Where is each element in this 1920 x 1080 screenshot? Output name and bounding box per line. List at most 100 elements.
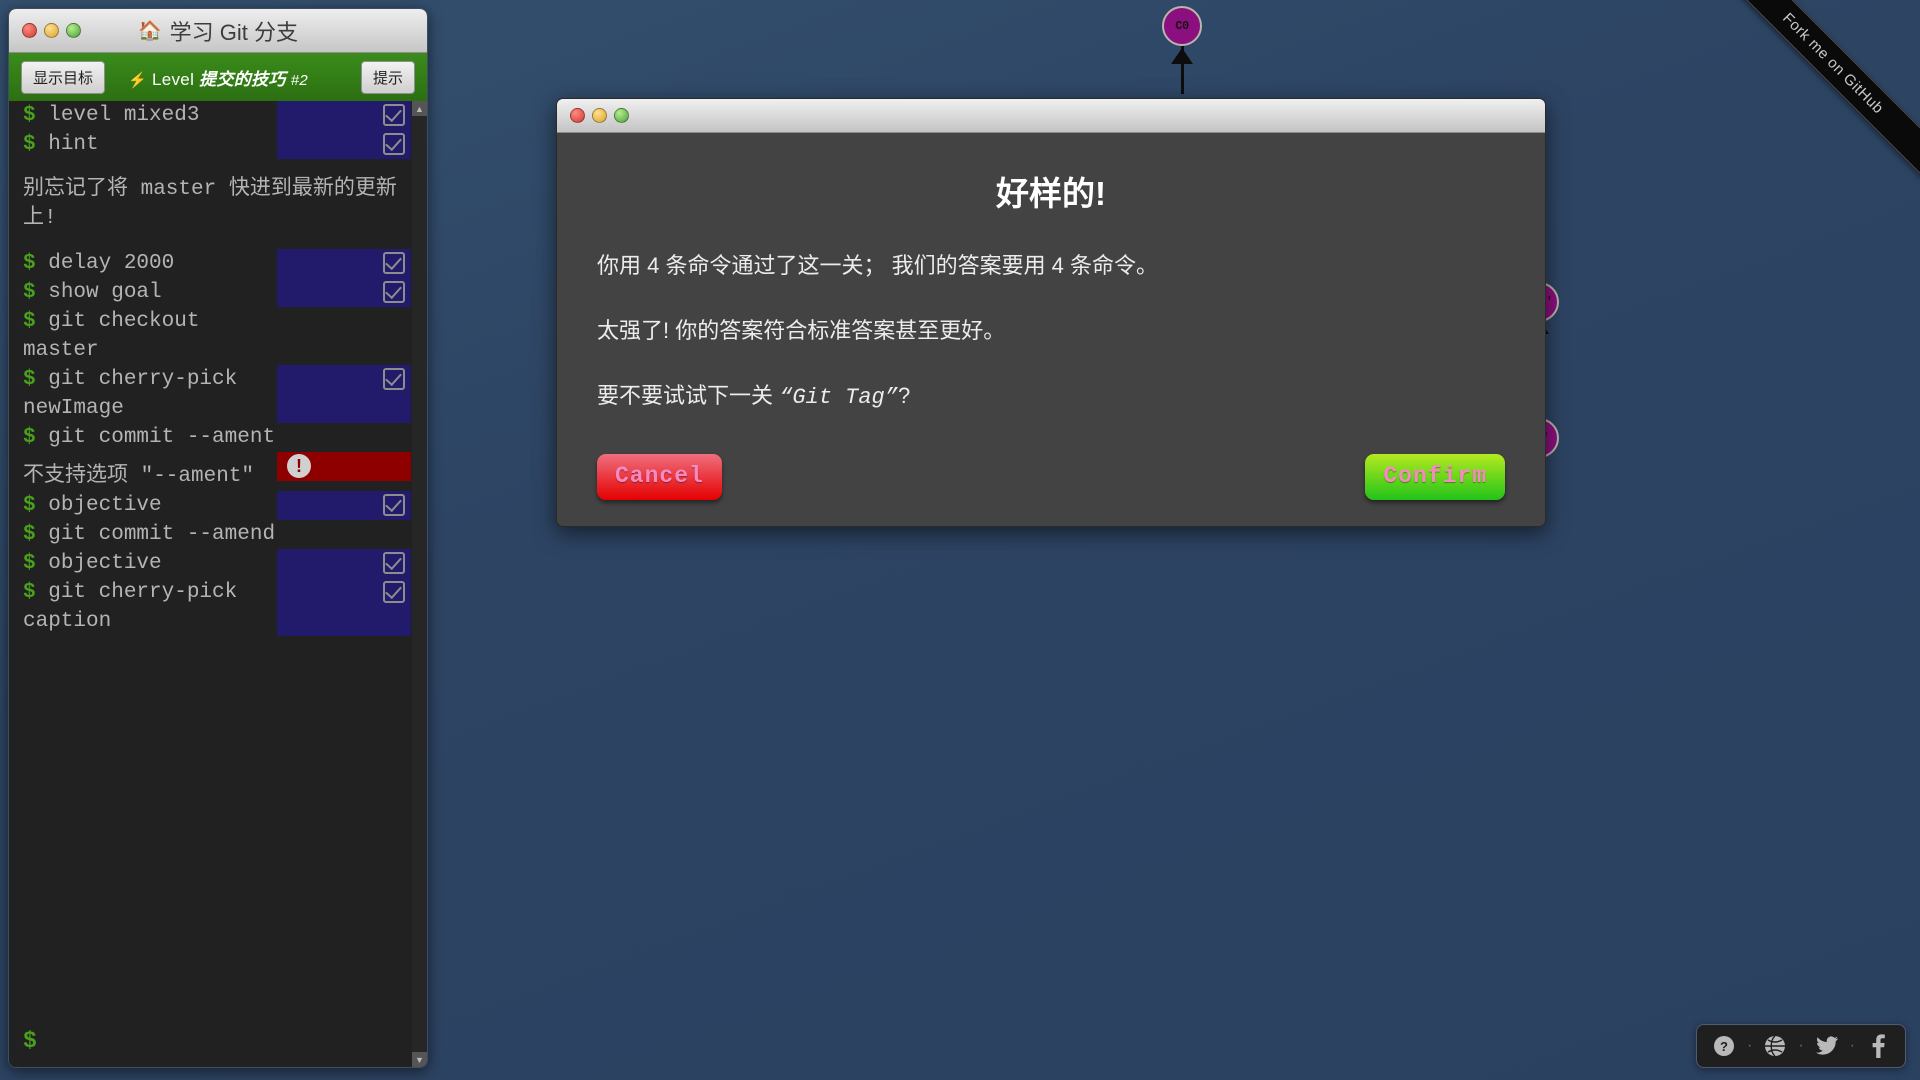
- status-ok-block: [277, 101, 411, 130]
- modal-title-bar: [557, 99, 1545, 133]
- status-ok-block: [277, 365, 411, 423]
- status-ok-block: [277, 249, 411, 278]
- status-ok-block: [277, 578, 411, 636]
- separator-dot: ·: [1849, 1037, 1855, 1054]
- terminal-command-text: $ git cherry-pick caption: [23, 581, 250, 633]
- modal-action-row: Cancel Confirm: [597, 454, 1505, 500]
- checkmark-icon: [383, 281, 405, 303]
- commit-node-c0[interactable]: C0: [1162, 6, 1202, 46]
- bolt-icon: ⚡: [127, 71, 147, 89]
- terminal-command-status: [277, 101, 411, 130]
- show-goal-button[interactable]: 显示目标: [21, 60, 106, 94]
- terminal-command-row: $ objective: [9, 549, 427, 578]
- terminal-command-row: $ delay 2000: [9, 249, 427, 278]
- help-icon[interactable]: ?: [1711, 1033, 1737, 1059]
- next-level-suffix: ?: [897, 383, 911, 408]
- checkmark-icon: [383, 252, 405, 274]
- terminal-prompt-symbol: $: [23, 426, 36, 449]
- terminal-command-status: [277, 578, 411, 636]
- terminal-error-text: 不支持选项 "--ament": [23, 465, 255, 488]
- terminal-prompt-symbol: $: [23, 310, 36, 333]
- separator-dot: ·: [1798, 1037, 1804, 1054]
- window-title-text: 学习 Git 分支: [169, 19, 298, 45]
- checkmark-icon: [383, 581, 405, 603]
- app-root: C0 C2'' C3' Fork me on GitHub 🏠 学习 Git 分…: [0, 0, 1920, 1080]
- globe-icon[interactable]: [1762, 1033, 1788, 1059]
- terminal-output-text: 别忘记了将 master 快进到最新的更新上!: [23, 178, 397, 230]
- terminal-command-text: $ git cherry-pick newImage: [23, 368, 250, 420]
- terminal-command-status: [277, 549, 411, 578]
- error-icon: !: [287, 454, 311, 478]
- terminal-scrollbar[interactable]: ▲ ▼: [412, 101, 427, 1067]
- checkmark-icon: [383, 104, 405, 126]
- modal-minimize-button[interactable]: [592, 108, 607, 123]
- terminal-command-row: $ git commit --ament: [9, 423, 427, 452]
- terminal-command-row: $ level mixed3: [9, 101, 427, 130]
- terminal-command-row: $ objective: [9, 491, 427, 520]
- terminal-prompt-symbol: $: [23, 552, 36, 575]
- terminal-prompt-symbol: $: [23, 281, 36, 304]
- next-level-name: “Git Tag”: [779, 385, 898, 410]
- level-toolbar: 显示目标 ⚡ Level 提交的技巧 #2 提示: [9, 53, 427, 101]
- terminal-command-status: [277, 307, 411, 365]
- terminal-command-text: $ objective: [23, 494, 162, 517]
- scroll-up-arrow[interactable]: ▲: [412, 101, 427, 116]
- next-level-prefix: 要不要试试下一关: [597, 383, 780, 408]
- checkmark-icon: [383, 133, 405, 155]
- modal-maximize-button[interactable]: [614, 108, 629, 123]
- terminal-command-status: [277, 278, 411, 307]
- status-ok-block: [277, 278, 411, 307]
- window-title-bar: 🏠 学习 Git 分支: [9, 9, 427, 53]
- scrollbar-track[interactable]: [412, 116, 427, 1052]
- terminal-prompt-symbol: $: [23, 494, 36, 517]
- terminal-command-text: $ level mixed3: [23, 104, 200, 127]
- terminal-command-status: [277, 491, 411, 520]
- scroll-down-arrow[interactable]: ▼: [412, 1052, 427, 1067]
- command-log: $ level mixed3 $ hint 别忘记了将 master 快进到最新的更…: [9, 101, 427, 636]
- terminal-prompt-symbol: $: [23, 523, 36, 546]
- hint-button[interactable]: 提示: [360, 60, 415, 94]
- terminal-command-text: $ objective: [23, 552, 162, 575]
- terminal-prompt-symbol: $: [23, 368, 36, 391]
- svg-text:?: ?: [1720, 1039, 1728, 1054]
- terminal-command-row: $ git cherry-pick caption: [9, 578, 427, 636]
- terminal-command-status: [277, 130, 411, 159]
- level-word: Level: [152, 69, 195, 89]
- terminal-command-status: [277, 249, 411, 278]
- command-log-scroll-area[interactable]: $ level mixed3 $ hint 别忘记了将 master 快进到最新的更…: [9, 101, 427, 1015]
- commit-node-label: C0: [1175, 19, 1189, 33]
- modal-body: 好样的! 你用 4 条命令通过了这一关； 我们的答案要用 4 条命令。 太强了!…: [557, 133, 1545, 526]
- terminal-prompt-symbol: $: [23, 581, 36, 604]
- separator-dot: ·: [1747, 1037, 1753, 1054]
- terminal-prompt-symbol: $: [23, 104, 36, 127]
- terminal-command-text: $ git checkout master: [23, 310, 213, 362]
- terminal-command-text: $ show goal: [23, 281, 162, 304]
- modal-close-button[interactable]: [570, 108, 585, 123]
- terminal-command-text: $ git commit --ament: [23, 426, 276, 449]
- cancel-button[interactable]: Cancel: [597, 454, 722, 500]
- twitter-icon[interactable]: [1814, 1033, 1840, 1059]
- confirm-button[interactable]: Confirm: [1365, 454, 1505, 500]
- terminal-command-row: $ hint: [9, 130, 427, 159]
- facebook-icon[interactable]: [1865, 1033, 1891, 1059]
- bottom-icon-bar: ? · · ·: [1696, 1024, 1906, 1068]
- home-icon[interactable]: 🏠: [138, 19, 162, 43]
- terminal-command-text: $ hint: [23, 133, 99, 156]
- modal-paragraph-next-level: 要不要试试下一关 “Git Tag”?: [597, 379, 1505, 414]
- terminal-prompt-symbol: $: [23, 133, 36, 156]
- terminal-input[interactable]: $: [9, 1015, 427, 1067]
- window-title: 🏠 学习 Git 分支: [9, 15, 427, 47]
- terminal-error-row: 不支持选项 "--ament"!: [9, 452, 427, 491]
- terminal-command-row: $ git commit --amend: [9, 520, 427, 549]
- level-name: 提交的技巧: [199, 69, 286, 89]
- terminal-command-text: $ git commit --amend: [23, 523, 276, 546]
- checkmark-icon: [383, 368, 405, 390]
- terminal-prompt: $: [23, 1028, 37, 1054]
- modal-paragraph-commands: 你用 4 条命令通过了这一关； 我们的答案要用 4 条命令。: [597, 253, 1159, 278]
- main-window: 🏠 学习 Git 分支 显示目标 ⚡ Level 提交的技巧 #2 提示 $ l…: [8, 8, 428, 1068]
- level-complete-modal: 好样的! 你用 4 条命令通过了这一关； 我们的答案要用 4 条命令。 太强了!…: [556, 98, 1546, 527]
- terminal-command-row: $ show goal: [9, 278, 427, 307]
- modal-heading: 好样的!: [996, 175, 1106, 212]
- status-ok-block: [277, 130, 411, 159]
- terminal-command-text: $ delay 2000: [23, 252, 175, 275]
